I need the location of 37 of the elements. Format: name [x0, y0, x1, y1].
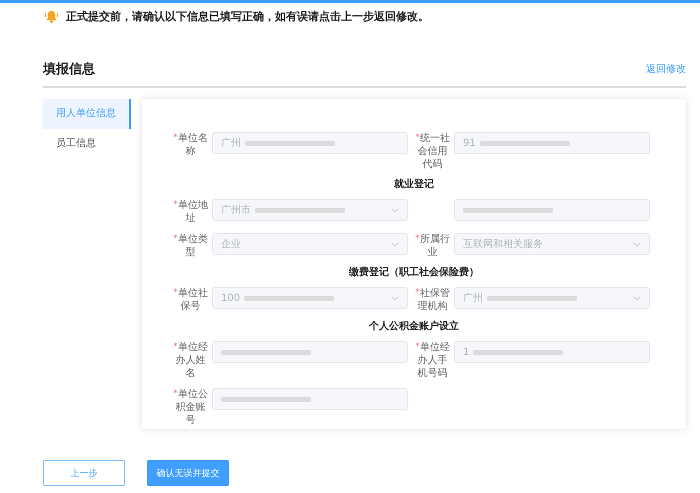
previous-button[interactable]: 上一步: [43, 460, 125, 486]
field-label: *单位公积金账号: [172, 388, 209, 427]
select-field[interactable]: 广州市: [212, 199, 408, 221]
submit-button[interactable]: 确认无误并提交: [147, 460, 229, 486]
notice-text: 正式提交前，请确认以下信息已填写正确，如有误请点击上一步返回修改。: [66, 9, 429, 24]
select-field[interactable]: 广州: [454, 287, 650, 309]
select-field[interactable]: 互联网和相关服务: [454, 233, 650, 255]
chevron-down-icon: [391, 242, 399, 247]
field-label: *单位社保号: [172, 287, 209, 313]
sidebar-item[interactable]: 员工信息: [43, 129, 131, 159]
field-label: *单位经办人姓名: [172, 341, 209, 380]
section-title: 个人公积金账户设立: [368, 319, 460, 333]
input-field[interactable]: 广州: [212, 132, 408, 154]
select-field[interactable]: 100: [212, 287, 408, 309]
input-field[interactable]: 1: [454, 341, 650, 363]
chevron-down-icon: [391, 208, 399, 213]
section-heading: 填报信息: [43, 61, 95, 78]
field-label: *统一社会信用代码: [414, 132, 451, 171]
field-label: *所属行业: [414, 233, 451, 259]
input-field[interactable]: [212, 341, 408, 363]
input-field[interactable]: 91: [454, 132, 650, 154]
bell-icon: [44, 9, 59, 24]
section-title: 缴费登记（职工社会保险费）: [348, 266, 480, 279]
select-field[interactable]: 企业: [212, 233, 408, 255]
chevron-down-icon: [391, 296, 399, 301]
section-title: 就业登记: [393, 178, 435, 191]
input-field[interactable]: [454, 199, 650, 221]
sidebar-item[interactable]: 用人单位信息: [43, 99, 131, 129]
field-label: *单位地址: [172, 199, 209, 225]
field-label: *单位类型: [172, 233, 209, 259]
back-link[interactable]: 返回修改: [646, 62, 686, 76]
chevron-down-icon: [633, 296, 641, 301]
field-label: *社保管理机构: [414, 287, 451, 313]
field-label: *单位经办人手机号码: [414, 341, 451, 380]
field-label: *单位名称: [172, 132, 209, 158]
chevron-down-icon: [633, 242, 641, 247]
input-field[interactable]: [212, 388, 408, 410]
